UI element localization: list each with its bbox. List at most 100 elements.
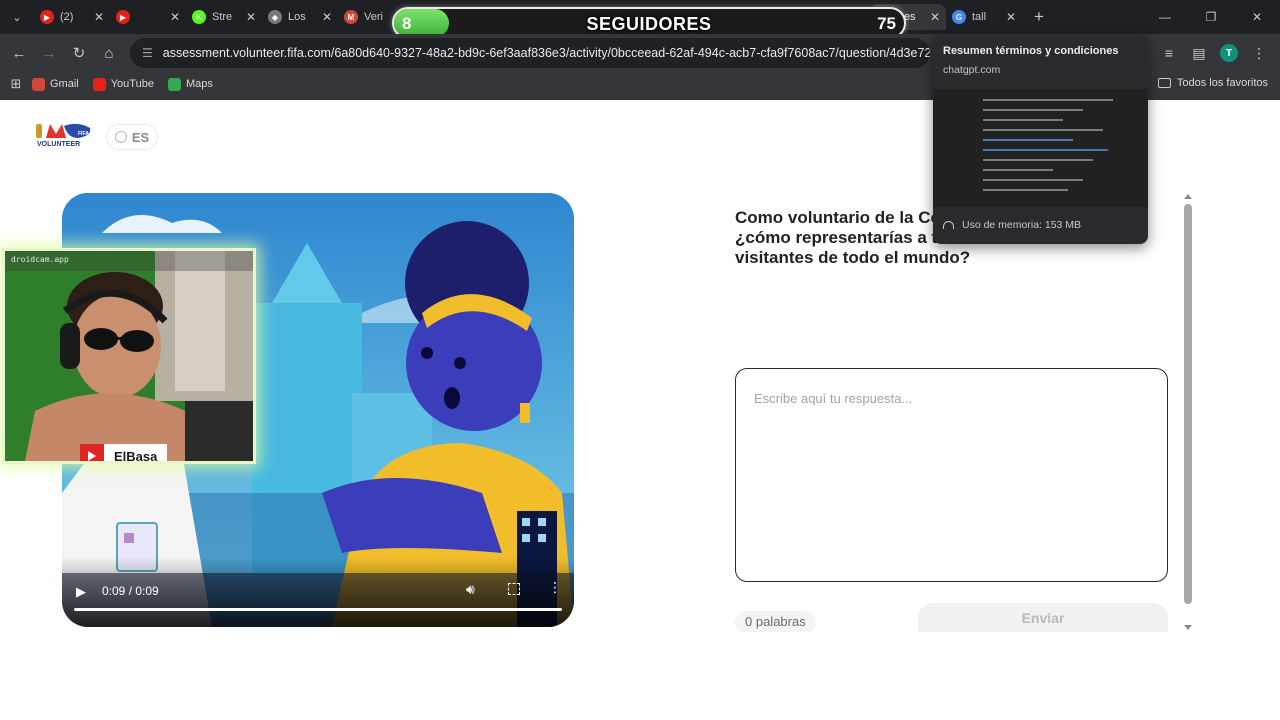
language-selector[interactable]: ES: [106, 124, 158, 150]
logo-text: VOLUNTEER: [37, 141, 80, 148]
word-count: 0 palabras: [735, 611, 816, 633]
preview-text-line: [983, 109, 1083, 111]
address-bar[interactable]: ☰ assessment.volunteer.fifa.com/6a80d640…: [130, 38, 930, 68]
hover-card-preview: [933, 89, 1148, 207]
answer-textarea[interactable]: [735, 368, 1168, 582]
youtube-logo-icon: [80, 444, 104, 461]
tab-close-icon[interactable]: ✕: [322, 10, 332, 24]
tab-hover-card: Resumen términos y condiciones chatgpt.c…: [933, 35, 1148, 244]
tab-close-icon[interactable]: ✕: [1006, 10, 1016, 24]
preview-text-line: [983, 129, 1103, 131]
tab-title: tall: [972, 11, 987, 23]
submit-button[interactable]: Enviar: [918, 603, 1168, 633]
globe-icon: [114, 131, 127, 143]
hover-card-memory: Uso de memoria: 153 MB: [943, 219, 1081, 231]
channel-name: ElBasa: [114, 448, 158, 464]
tab-search-icon[interactable]: ⌄: [0, 0, 34, 34]
tab-favicon-icon: K: [192, 10, 206, 24]
preview-text-line: [983, 159, 1093, 161]
bookmark-item[interactable]: Maps: [167, 77, 213, 91]
fifa-volunteer-logo: FIFA VOLUNTEER: [36, 123, 91, 148]
browser-tab[interactable]: K Stre ✕: [186, 4, 262, 30]
bookmark-list: Gmail YouTube Maps: [32, 77, 227, 91]
bookmark-favicon-icon: [32, 77, 45, 91]
tab-title: Los: [288, 11, 306, 23]
tab-title: (2): [60, 11, 74, 23]
volume-icon[interactable]: 🔊︎: [466, 581, 475, 598]
hover-card-domain: chatgpt.com: [943, 64, 1001, 76]
webcam-overlay: droidcam.app ElBasa: [2, 248, 256, 464]
tab-favicon-icon: ▶: [116, 10, 130, 24]
fullscreen-icon[interactable]: [508, 583, 520, 595]
site-info-icon[interactable]: ☰: [142, 46, 153, 60]
reload-icon[interactable]: ↻: [64, 38, 94, 68]
sidebar-icon[interactable]: ▤: [1184, 38, 1214, 68]
follower-label: SEGUIDORES: [586, 14, 712, 34]
apps-grid-icon[interactable]: ⊞: [0, 76, 32, 92]
forward-arrow-icon[interactable]: →: [34, 38, 64, 68]
preview-text-line: [983, 169, 1053, 171]
profile-avatar[interactable]: T: [1220, 44, 1238, 62]
memory-usage: Uso de memoria: 153 MB: [962, 219, 1082, 231]
tab-close-icon[interactable]: ✕: [94, 10, 104, 24]
minimize-icon[interactable]: —: [1142, 0, 1188, 34]
browser-tab[interactable]: ◆ Los ✕: [262, 4, 338, 30]
preview-text-line: [983, 189, 1068, 191]
tab-favicon-icon: ◆: [268, 10, 282, 24]
close-window-icon[interactable]: ✕: [1234, 0, 1280, 34]
bookmark-label: Maps: [185, 78, 213, 90]
play-icon[interactable]: ▶: [76, 584, 90, 599]
video-time: 0:09 / 0:09: [102, 584, 159, 598]
all-bookmarks-label: Todos los favoritos: [1176, 77, 1268, 89]
tab-favicon-icon: G: [952, 10, 966, 24]
logo-sub-text: FIFA: [78, 131, 89, 137]
bookmark-label: Gmail: [50, 78, 79, 90]
scroll-down-arrow-icon[interactable]: [1184, 625, 1192, 630]
bookmark-favicon-icon: [167, 77, 181, 91]
hover-card-title: Resumen términos y condiciones: [943, 45, 1119, 57]
all-bookmarks[interactable]: Todos los favoritos: [1157, 77, 1268, 89]
webcam-feed: [5, 251, 253, 461]
video-seek-bar[interactable]: [74, 608, 562, 611]
page-scrollbar[interactable]: [1184, 194, 1192, 630]
video-controls: ▶ 0:09 / 0:09 🔊︎ ⋮: [62, 557, 574, 627]
restore-icon[interactable]: ❐: [1188, 0, 1234, 34]
preview-text-line: [983, 139, 1073, 141]
browser-tab[interactable]: ▶ ✕: [110, 4, 186, 30]
new-tab-icon[interactable]: +: [1030, 7, 1048, 27]
video-more-icon[interactable]: ⋮: [548, 579, 562, 596]
browser-tab[interactable]: Gtall ✕: [946, 4, 1022, 30]
memory-gauge-icon: [943, 221, 954, 229]
tab-favicon-icon: M: [344, 10, 358, 24]
bookmark-label: YouTube: [110, 78, 154, 90]
preview-text-line: [983, 119, 1063, 121]
scroll-thumb[interactable]: [1184, 204, 1192, 604]
window-controls: — ❐ ✕: [1142, 0, 1280, 34]
channel-badge: ElBasa: [80, 444, 168, 464]
browser-tab[interactable]: ▶ (2) ✕: [34, 4, 110, 30]
tab-close-icon[interactable]: ✕: [170, 10, 180, 24]
tab-close-icon[interactable]: ✕: [246, 10, 256, 24]
tab-title: Stre: [212, 11, 233, 23]
bookmark-item[interactable]: Gmail: [32, 77, 79, 91]
preview-text-line: [983, 99, 1113, 101]
bookmark-item[interactable]: YouTube: [92, 77, 154, 91]
bookmark-favicon-icon: [92, 77, 106, 91]
address-url: assessment.volunteer.fifa.com/6a80d640-9…: [162, 46, 930, 60]
menu-kebab-icon[interactable]: ⋮: [1244, 38, 1274, 68]
scroll-up-arrow-icon[interactable]: [1184, 194, 1192, 199]
language-code: ES: [131, 129, 150, 145]
preview-text-line: [983, 149, 1108, 151]
preview-text-line: [983, 179, 1083, 181]
webcam-watermark: droidcam.app: [11, 255, 69, 264]
tab-close-icon[interactable]: ✕: [930, 10, 940, 24]
page-fold: [0, 632, 1280, 633]
screen: ⌄ ▶(2) ✕▶✕KStre✕◆Los✕MVeri✕⚽FIF/✕♥Das✕♥✕…: [0, 0, 1280, 720]
folder-icon: [1157, 78, 1171, 88]
question-line: visitantes de todo el mundo?: [735, 248, 971, 267]
reading-list-icon[interactable]: ≡: [1154, 38, 1184, 68]
tab-title: Veri: [364, 11, 383, 23]
follower-goal: 75: [877, 14, 896, 33]
home-icon[interactable]: ⌂: [94, 38, 124, 68]
back-arrow-icon[interactable]: ←: [4, 38, 34, 68]
